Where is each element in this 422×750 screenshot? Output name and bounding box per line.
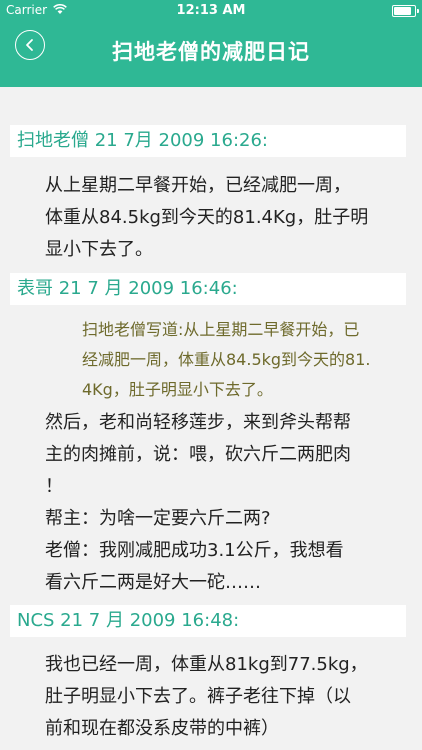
post-line: ！ bbox=[45, 476, 63, 497]
post-body: 我也已经一周，体重从81kg到77.5kg， 肚子明显小下去了。裤子老往下掉（以… bbox=[45, 649, 395, 745]
post-line: 主的肉摊前，说：喂，砍六斤二两肥肉 bbox=[45, 444, 351, 465]
quote-line: 扫地老僧写道:从上星期二早餐开始，已 bbox=[82, 320, 360, 339]
status-bar: Carrier 12:13 AM bbox=[0, 0, 422, 22]
post-line: 体重从84.5kg到今天的81.4Kg，肚子明 bbox=[45, 207, 369, 228]
post-body: 从上星期二早餐开始，已经减肥一周， 体重从84.5kg到今天的81.4Kg，肚子… bbox=[45, 170, 395, 266]
quote-line: 经减肥一周，体重从84.5kg到今天的81. bbox=[82, 350, 371, 369]
nav-bar: Carrier 12:13 AM 扫地老僧的减肥日记 bbox=[0, 0, 422, 87]
quote-line: 4Kg，肚子明显小下去了。 bbox=[82, 380, 273, 399]
post-line: 老僧：我刚减肥成功3.1公斤，我想看 bbox=[45, 540, 344, 561]
quote-block: 扫地老僧写道:从上星期二早餐开始，已 经减肥一周，体重从84.5kg到今天的81… bbox=[82, 315, 402, 405]
post-line: 看六斤二两是好大一砣…… bbox=[45, 572, 261, 593]
clock: 12:13 AM bbox=[176, 3, 246, 18]
post-author-header: 扫地老僧 21 7月 2009 16:26: bbox=[10, 125, 406, 157]
post-line: 肚子明显小下去了。裤子老往下掉（以 bbox=[45, 686, 351, 707]
post-list[interactable]: 扫地老僧 21 7月 2009 16:26: 从上星期二早餐开始，已经减肥一周，… bbox=[0, 87, 422, 750]
post-author-header: NCS 21 7 月 2009 16:48: bbox=[10, 605, 406, 637]
post-line: 前和现在都没系皮带的中裤） bbox=[45, 718, 279, 739]
post-body: 然后，老和尚轻移莲步，来到斧头帮帮 主的肉摊前，说：喂，砍六斤二两肥肉 ！ 帮主… bbox=[45, 407, 395, 599]
post-line: 显小下去了。 bbox=[45, 239, 153, 260]
post-line: 然后，老和尚轻移莲步，来到斧头帮帮 bbox=[45, 412, 351, 433]
post-author-header: 表哥 21 7 月 2009 16:46: bbox=[10, 273, 406, 305]
post-line: 帮主：为啥一定要六斤二两? bbox=[45, 508, 271, 529]
post-line: 我也已经一周，体重从81kg到77.5kg， bbox=[45, 654, 368, 675]
page-title: 扫地老僧的减肥日记 bbox=[112, 40, 310, 64]
post-line: 从上星期二早餐开始，已经减肥一周， bbox=[45, 175, 351, 196]
battery-icon bbox=[392, 5, 419, 17]
